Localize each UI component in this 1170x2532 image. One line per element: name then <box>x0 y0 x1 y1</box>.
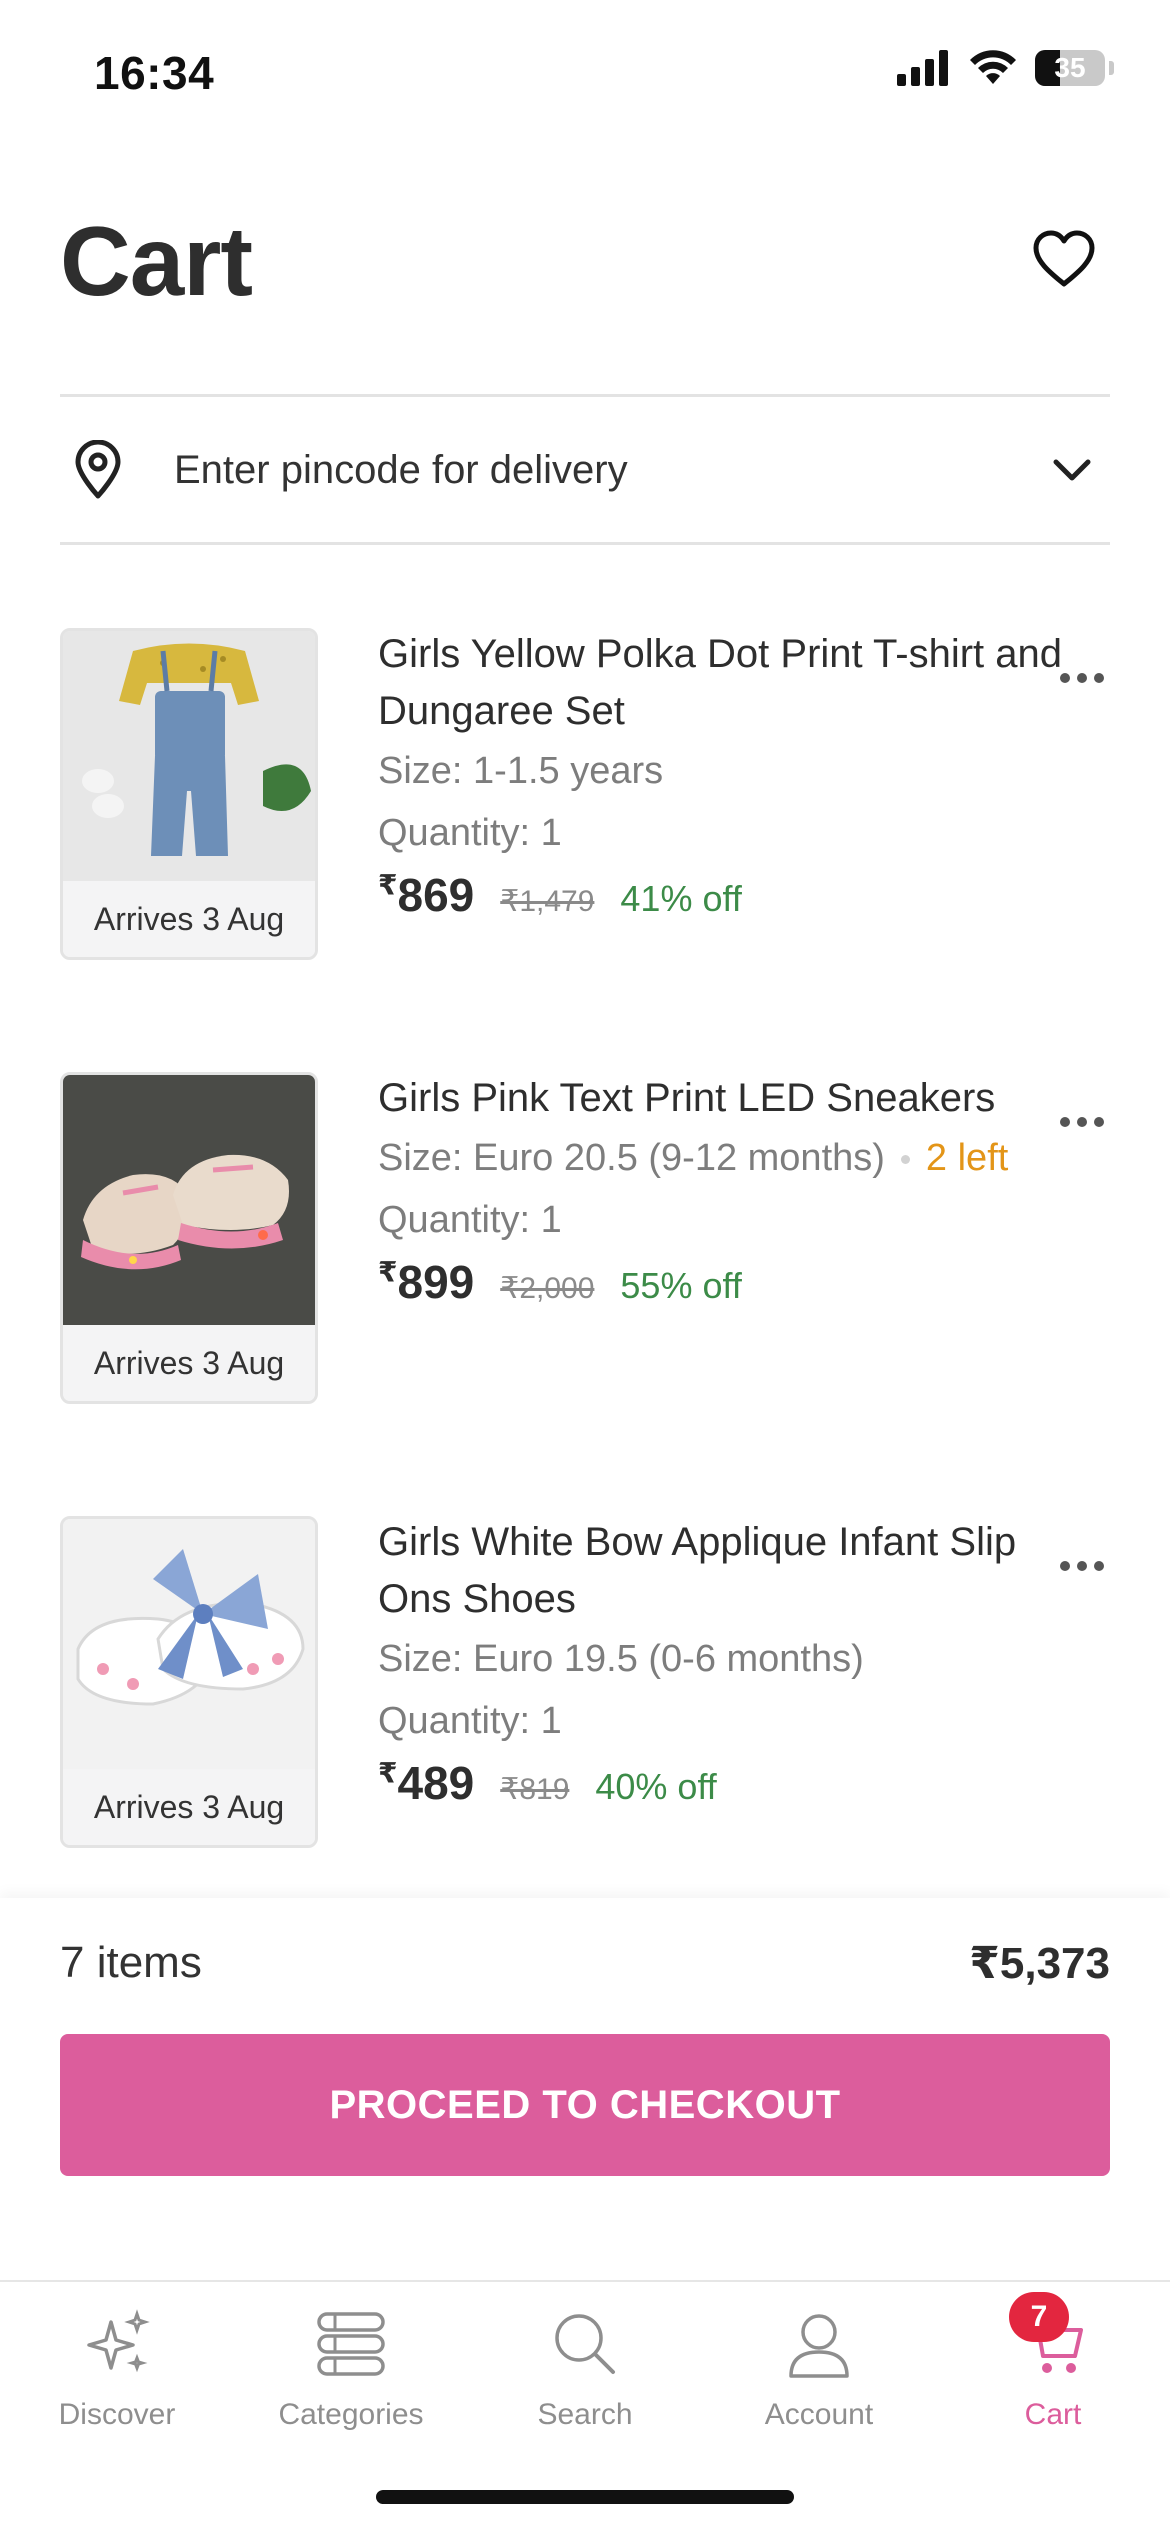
item-quantity: Quantity: 1 <box>378 1700 562 1742</box>
item-size: Size: Euro 20.5 (9-12 months) <box>378 1137 885 1179</box>
battery-icon: 35 <box>1035 50 1105 86</box>
product-image-led-sneakers <box>63 1075 315 1325</box>
status-bar: 16:34 35 <box>0 0 1170 150</box>
item-price: ₹489 <box>378 1757 475 1809</box>
price-row: ₹869 ₹1,479 41% off <box>378 868 1070 922</box>
separator-dot <box>900 1155 910 1165</box>
product-image-bow-slip-ons <box>63 1519 315 1769</box>
status-time: 16:34 <box>94 47 215 99</box>
heart-icon <box>1033 230 1095 287</box>
cart-icon: 7 <box>1009 2292 1093 2384</box>
search-icon <box>545 2304 625 2384</box>
status-icons: 35 <box>897 50 1114 86</box>
page-title: Cart <box>60 206 253 316</box>
stock-left-badge: 2 left <box>925 1137 1009 1179</box>
item-details: Girls Pink Text Print LED Sneakers Size:… <box>378 1072 1070 1309</box>
item-discount: 41% off <box>620 878 742 919</box>
cart-count-badge: 7 <box>1009 2292 1069 2342</box>
cart-item[interactable]: Arrives 3 Aug Girls Yellow Polka Dot Pri… <box>0 628 1170 1072</box>
tab-label: Search <box>537 2398 633 2431</box>
cart-item[interactable]: Arrives 3 Aug Girls Pink Text Print LED … <box>0 1072 1170 1516</box>
item-size: Size: 1-1.5 years <box>378 750 664 792</box>
item-quantity: Quantity: 1 <box>378 812 562 854</box>
items-count: 7 items <box>60 1938 202 1987</box>
more-options-icon[interactable] <box>1052 658 1112 698</box>
tab-label: Discover <box>58 2398 176 2431</box>
wifi-icon <box>970 50 1016 84</box>
divider-pincode <box>60 542 1110 545</box>
product-thumbnail[interactable]: Arrives 3 Aug <box>60 1516 318 1848</box>
arrival-date: Arrives 3 Aug <box>63 1769 315 1845</box>
item-name[interactable]: Girls Pink Text Print LED Sneakers <box>378 1070 1070 1127</box>
battery-level: 35 <box>1054 52 1086 83</box>
tab-label: Cart <box>1024 2398 1082 2431</box>
cart-total: ₹5,373 <box>969 1939 1110 1988</box>
tab-label: Account <box>764 2398 874 2431</box>
item-discount: 40% off <box>595 1766 717 1807</box>
categories-icon <box>311 2304 391 2384</box>
price-row: ₹489 ₹819 40% off <box>378 1756 1070 1810</box>
sparkle-icon <box>77 2304 157 2384</box>
cellular-signal-icon <box>897 50 948 86</box>
wishlist-button[interactable] <box>1026 224 1102 294</box>
item-name[interactable]: Girls White Bow Applique Infant Slip Ons… <box>378 1514 1070 1628</box>
proceed-to-checkout-button[interactable]: PROCEED TO CHECKOUT <box>60 2034 1110 2176</box>
product-thumbnail[interactable]: Arrives 3 Aug <box>60 1072 318 1404</box>
item-details: Girls Yellow Polka Dot Print T-shirt and… <box>378 628 1070 922</box>
pincode-label: Enter pincode for delivery <box>174 447 628 492</box>
arrival-date: Arrives 3 Aug <box>63 1325 315 1401</box>
checkout-panel: 7 items ₹5,373 PROCEED TO CHECKOUT <box>0 1898 1170 2280</box>
account-icon <box>779 2304 859 2384</box>
cart-item[interactable]: Arrives 3 Aug Girls White Bow Applique I… <box>0 1516 1170 1960</box>
more-options-icon[interactable] <box>1052 1546 1112 1586</box>
cart-item-list: Arrives 3 Aug Girls Yellow Polka Dot Pri… <box>0 628 1170 1960</box>
item-mrp: ₹819 <box>500 1773 570 1806</box>
tab-label: Categories <box>278 2398 424 2431</box>
tab-cart[interactable]: 7 Cart <box>936 2282 1170 2532</box>
item-discount: 55% off <box>620 1265 742 1306</box>
home-indicator <box>376 2490 794 2504</box>
more-options-icon[interactable] <box>1052 1102 1112 1142</box>
pincode-selector[interactable]: Enter pincode for delivery <box>60 400 1110 540</box>
arrival-date: Arrives 3 Aug <box>63 881 315 957</box>
location-pin-icon <box>68 435 128 505</box>
item-mrp: ₹2,000 <box>500 1272 595 1305</box>
item-details: Girls White Bow Applique Infant Slip Ons… <box>378 1516 1070 1810</box>
price-row: ₹899 ₹2,000 55% off <box>378 1255 1070 1309</box>
divider-top <box>60 394 1110 397</box>
item-size-row: Size: Euro 20.5 (9-12 months) 2 left <box>378 1127 1070 1189</box>
item-name[interactable]: Girls Yellow Polka Dot Print T-shirt and… <box>378 626 1070 740</box>
item-price: ₹869 <box>378 869 475 921</box>
chevron-down-icon <box>1042 440 1102 500</box>
item-price: ₹899 <box>378 1256 475 1308</box>
item-mrp: ₹1,479 <box>500 885 595 918</box>
item-quantity: Quantity: 1 <box>378 1199 562 1241</box>
product-thumbnail[interactable]: Arrives 3 Aug <box>60 628 318 960</box>
product-image-dungaree-set <box>63 631 315 881</box>
tab-discover[interactable]: Discover <box>0 2282 234 2532</box>
item-size: Size: Euro 19.5 (0-6 months) <box>378 1638 864 1680</box>
